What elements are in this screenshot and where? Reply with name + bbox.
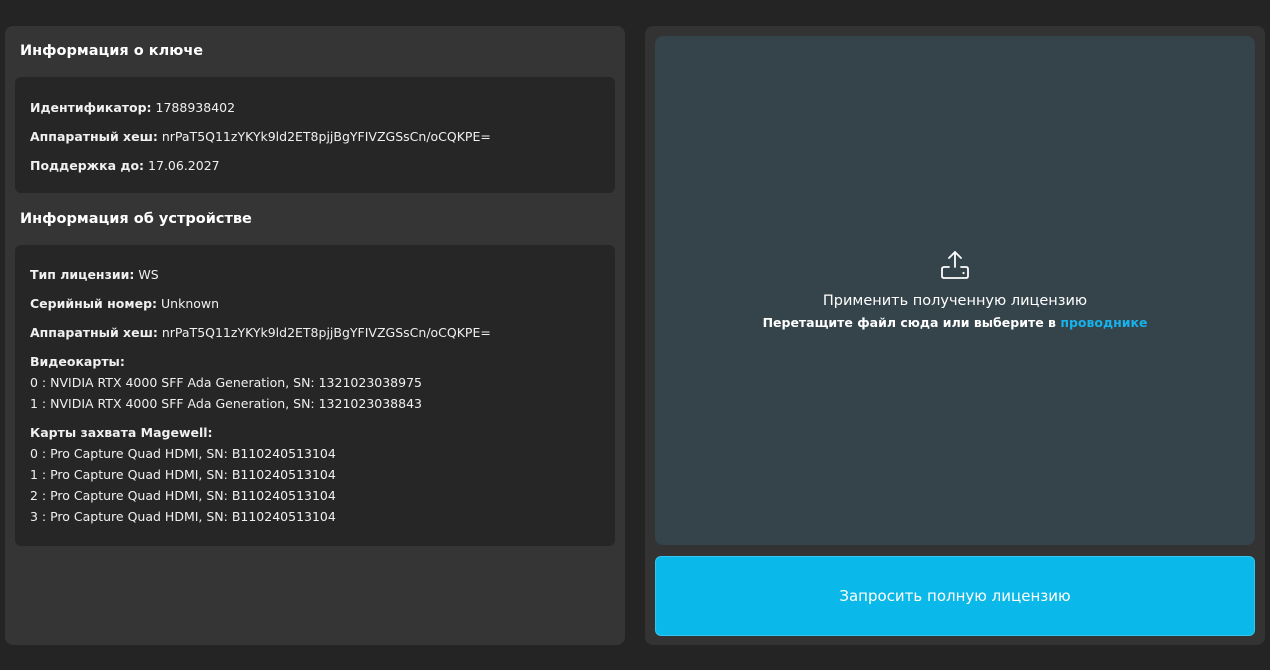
support-until-label: Поддержка до: [30,158,145,173]
capture-card-list-item: 2 : Pro Capture Quad HDMI, SN: B11024051… [30,488,336,503]
capture-card-list-item: 1 : Pro Capture Quad HDMI, SN: B11024051… [30,467,336,482]
license-type-row: Тип лицензии: WS [30,267,159,283]
device-hash-row: Аппаратный хеш: nrPaT5Q11zYKYk9ld2ET8pjj… [30,325,491,341]
key-id-row: Идентификатор: 1788938402 [30,100,235,116]
support-until-value: 17.06.2027 [148,158,220,173]
serial-number-value: Unknown [161,296,220,311]
key-info-card: Идентификатор: 1788938402 Аппаратный хеш… [15,77,615,193]
key-id-label: Идентификатор: [30,100,152,115]
serial-number-label: Серийный номер: [30,296,158,311]
device-hash-label: Аппаратный хеш: [30,325,158,340]
gpu-list-item: 1 : NVIDIA RTX 4000 SFF Ada Generation, … [30,396,422,411]
license-drop-zone[interactable]: Применить полученную лицензию Перетащите… [655,36,1255,545]
key-id-value: 1788938402 [155,100,236,115]
gpu-list-item: 0 : NVIDIA RTX 4000 SFF Ada Generation, … [30,375,422,390]
license-type-label: Тип лицензии: [30,267,135,282]
right-panel: Применить полученную лицензию Перетащите… [645,26,1265,645]
key-hash-row: Аппаратный хеш: nrPaT5Q11zYKYk9ld2ET8pjj… [30,129,491,145]
key-hash-value: nrPaT5Q11zYKYk9ld2ET8pjjBgYFIVZGSsCn/oCQ… [161,129,491,144]
drop-zone-hint: Перетащите файл сюда или выберите в пров… [655,315,1255,330]
device-info-title: Информация об устройстве [20,211,252,227]
device-info-card: Тип лицензии: WS Серийный номер: Unknown… [15,245,615,546]
capture-card-list-item: 0 : Pro Capture Quad HDMI, SN: B11024051… [30,446,336,461]
drop-zone-title: Применить полученную лицензию [822,293,1088,309]
support-until-row: Поддержка до: 17.06.2027 [30,158,220,174]
upload-icon [941,251,969,279]
file-explorer-link[interactable]: проводнике [1060,315,1147,330]
capture-card-list-item: 3 : Pro Capture Quad HDMI, SN: B11024051… [30,509,336,524]
license-type-value: WS [138,267,159,282]
device-hash-value: nrPaT5Q11zYKYk9ld2ET8pjjBgYFIVZGSsCn/oCQ… [161,325,491,340]
request-full-license-button[interactable]: Запросить полную лицензию [655,556,1255,636]
gpus-heading: Видеокарты: [30,354,125,369]
key-hash-label: Аппаратный хеш: [30,129,158,144]
capture-cards-heading: Карты захвата Magewell: [30,425,213,440]
key-info-title: Информация о ключе [20,43,204,59]
left-panel: Информация о ключе Идентификатор: 178893… [5,26,625,645]
serial-number-row: Серийный номер: Unknown [30,296,219,312]
drop-zone-hint-text: Перетащите файл сюда или выберите в [762,315,1056,330]
